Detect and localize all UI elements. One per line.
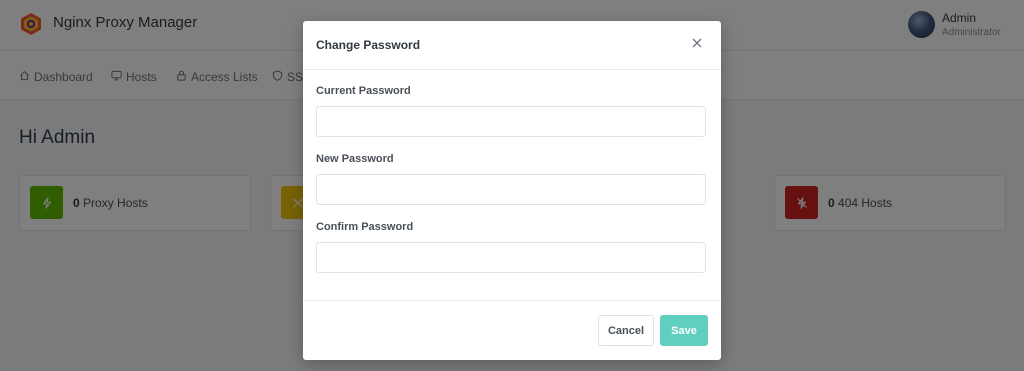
new-password-label: New Password	[316, 153, 394, 165]
confirm-password-field[interactable]	[316, 242, 706, 273]
new-password-field[interactable]	[316, 174, 706, 205]
modal-title: Change Password	[316, 38, 421, 52]
close-icon	[692, 35, 702, 53]
current-password-field[interactable]	[316, 106, 706, 137]
modal-header: Change Password	[303, 21, 721, 70]
current-password-label: Current Password	[316, 85, 411, 97]
cancel-button[interactable]: Cancel	[598, 315, 654, 346]
modal-footer: Cancel Save	[303, 300, 721, 361]
change-password-dialog: Change Password Current Password New Pas…	[303, 21, 721, 360]
close-button[interactable]	[689, 36, 705, 52]
confirm-password-label: Confirm Password	[316, 221, 414, 233]
save-button[interactable]: Save	[660, 315, 708, 346]
